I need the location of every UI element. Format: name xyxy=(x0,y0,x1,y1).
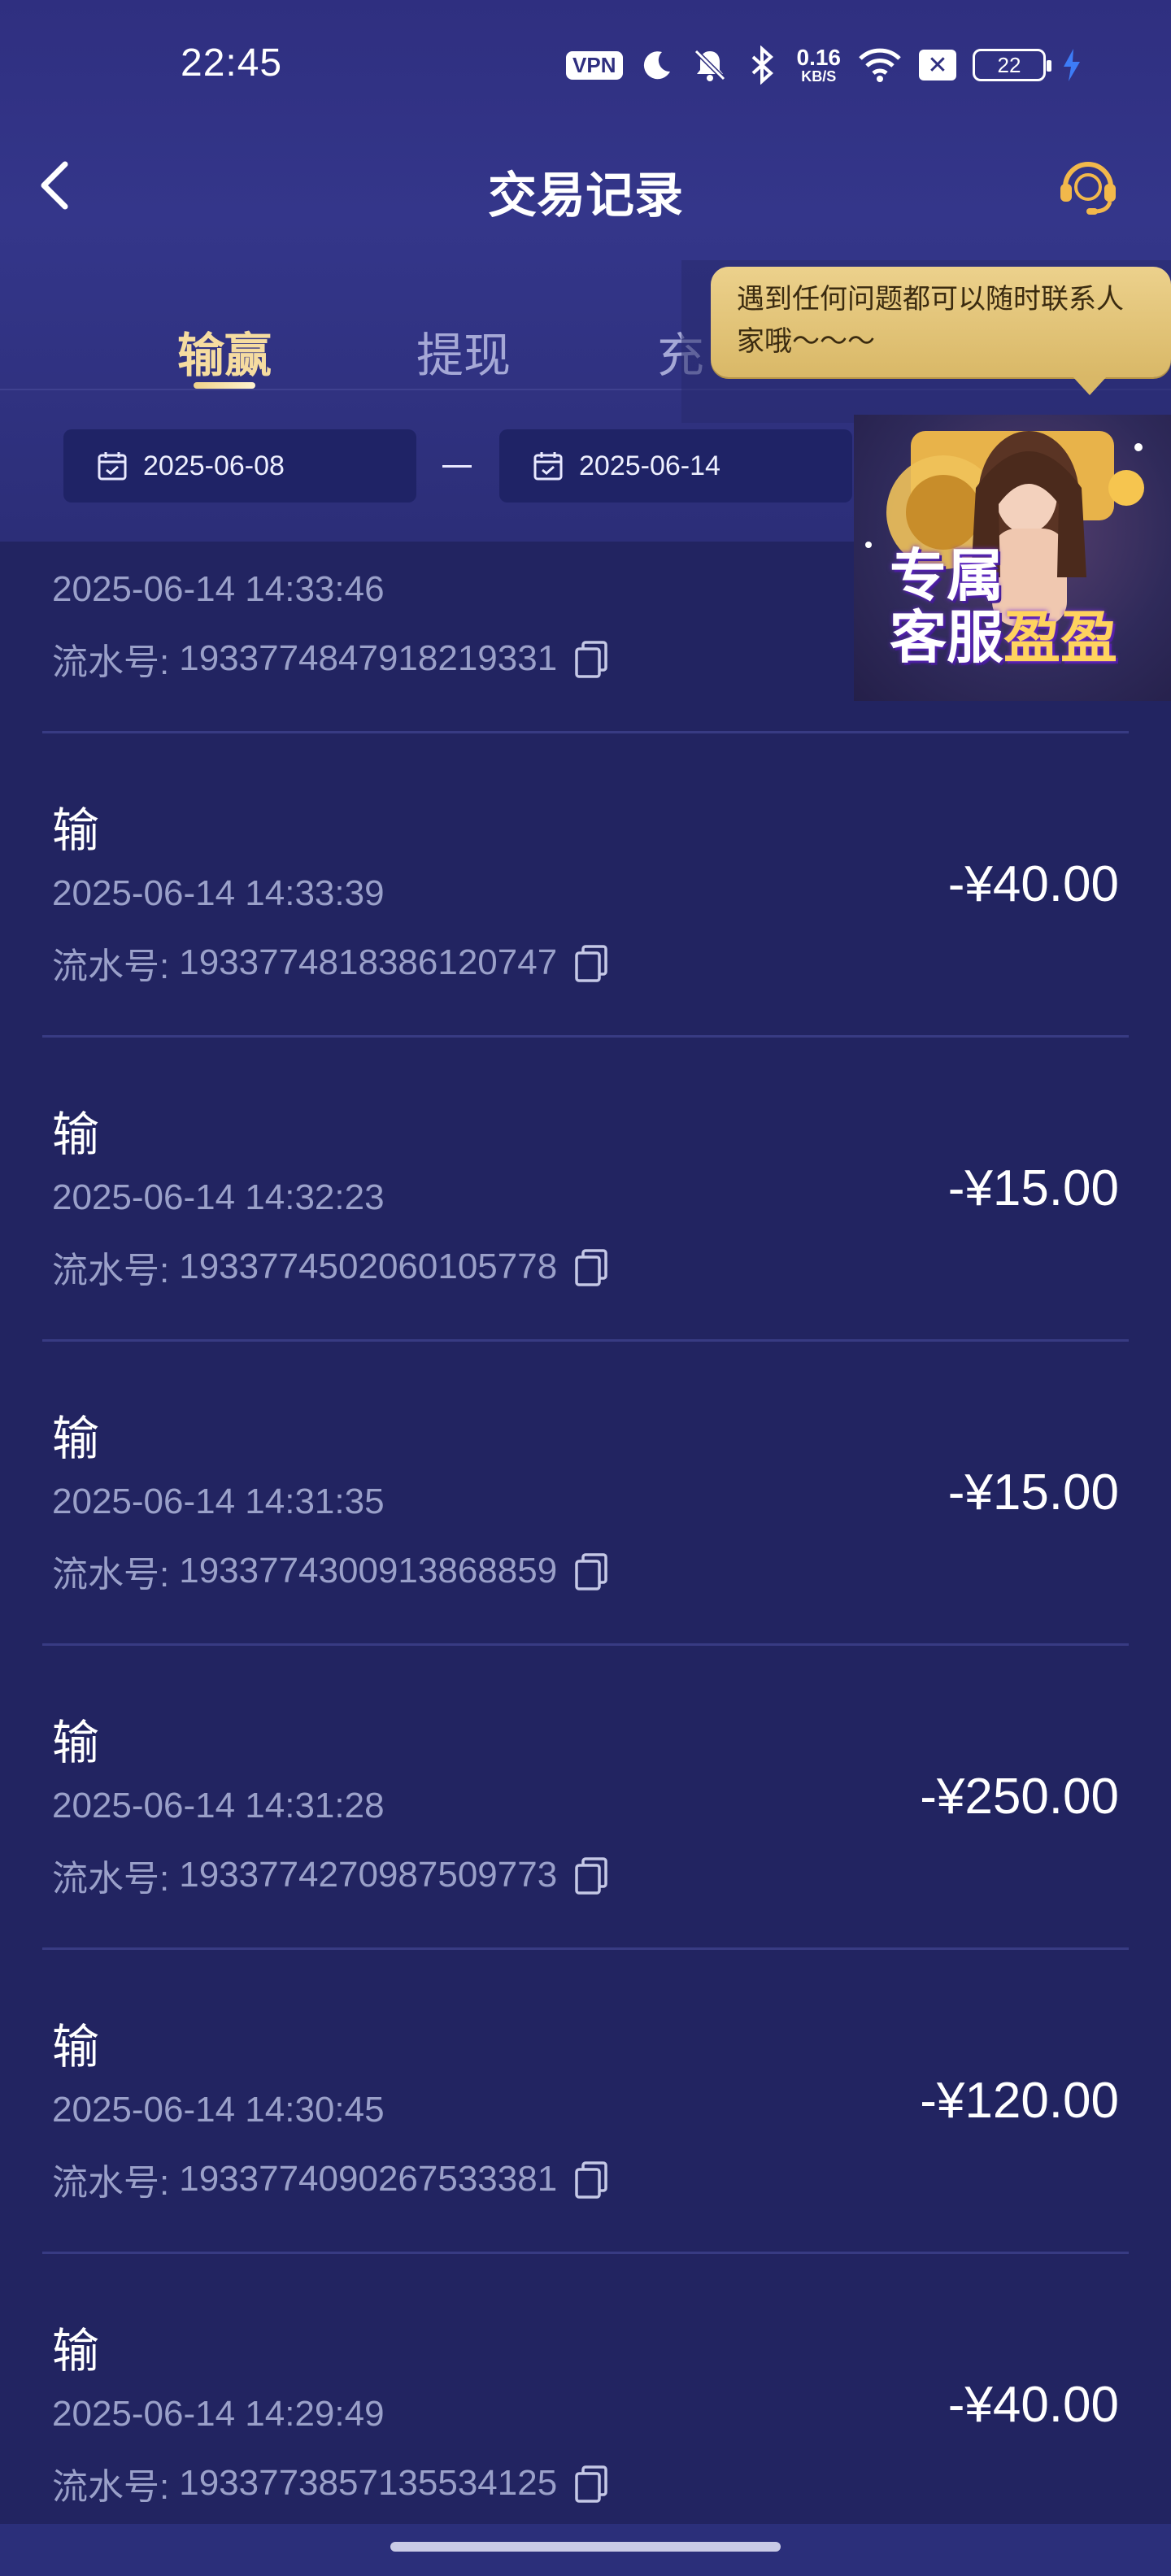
promo-line-2: 客服 xyxy=(890,604,1003,671)
record-time: 2025-06-14 14:30:45 xyxy=(52,2090,385,2130)
serial-number: 1933774847918219331 xyxy=(179,638,558,678)
tab-win-loss[interactable]: 输赢 xyxy=(177,317,272,385)
copy-icon[interactable] xyxy=(573,1247,609,1286)
record-type: 输 xyxy=(52,1715,100,1770)
record-serial: 流水号: 1933774090267533381 xyxy=(52,2153,609,2205)
list-item[interactable]: 输 2025-06-14 14:30:45 流水号: 1933774090267… xyxy=(42,1950,1129,2254)
record-serial: 流水号: 1933774818386120747 xyxy=(52,937,609,989)
support-tooltip[interactable]: 遇到任何问题都可以随时联系人 家哦～～～ xyxy=(711,267,1171,377)
copy-icon[interactable] xyxy=(573,2160,609,2199)
copy-icon[interactable] xyxy=(573,639,609,678)
end-date-value: 2025-06-14 xyxy=(579,450,720,481)
calendar-icon xyxy=(98,452,127,481)
tooltip-line-1: 遇到任何问题都可以随时联系人 xyxy=(737,283,1124,315)
copy-icon[interactable] xyxy=(573,1551,609,1590)
copy-icon[interactable] xyxy=(573,1856,609,1895)
page-title: 交易记录 xyxy=(488,168,683,224)
serial-label: 流水号: xyxy=(52,1555,170,1595)
serial-label: 流水号: xyxy=(52,946,170,986)
record-amount: -¥15.00 xyxy=(947,1464,1119,1521)
status-icons: VPN 0.16 KB/S ✕ 22 xyxy=(566,42,1082,88)
list-item[interactable]: 输 2025-06-14 14:31:35 流水号: 1933774300913… xyxy=(42,1342,1129,1646)
bluetooth-icon xyxy=(751,46,773,85)
headset-icon[interactable] xyxy=(1054,151,1122,220)
record-time: 2025-06-14 14:31:35 xyxy=(52,1482,385,1521)
record-amount: -¥250.00 xyxy=(920,1769,1119,1825)
end-date-picker[interactable]: 2025-06-14 xyxy=(499,429,852,503)
serial-label: 流水号: xyxy=(52,1859,170,1899)
promo-name: 盈盈 xyxy=(1003,604,1117,671)
calendar-icon xyxy=(533,452,563,481)
record-serial: 流水号: 1933773857135534125 xyxy=(52,2457,609,2509)
status-bar: 22:45 VPN 0.16 KB/S ✕ 22 xyxy=(0,0,1171,130)
net-speed: 0.16 KB/S xyxy=(796,45,842,85)
date-separator xyxy=(442,465,472,468)
record-serial: 流水号: 1933774300913868859 xyxy=(52,1545,609,1597)
list-item[interactable]: 输 2025-06-14 14:33:39 流水号: 1933774818386… xyxy=(42,733,1129,1038)
serial-label: 流水号: xyxy=(52,2163,170,2203)
record-serial: 流水号: 1933774847918219331 xyxy=(52,633,609,685)
record-type: 输 xyxy=(52,2019,100,2074)
list-item[interactable]: 输 2025-06-14 14:32:23 流水号: 1933774502060… xyxy=(42,1038,1129,1342)
bell-off-icon xyxy=(694,49,725,81)
serial-number: 1933774090267533381 xyxy=(179,2159,558,2199)
serial-number: 1933774502060105778 xyxy=(179,1247,558,1286)
net-speed-value: 0.16 xyxy=(796,45,842,70)
list-item[interactable]: 输 2025-06-14 14:31:28 流水号: 1933774270987… xyxy=(42,1646,1129,1950)
copy-icon[interactable] xyxy=(573,2464,609,2503)
record-serial: 流水号: 1933774270987509773 xyxy=(52,1849,609,1901)
home-indicator[interactable] xyxy=(390,2542,781,2552)
tab-withdraw[interactable]: 提现 xyxy=(416,317,511,385)
net-speed-unit: KB/S xyxy=(801,68,837,85)
nav-bar: 交易记录 xyxy=(0,130,1171,244)
serial-number: 1933774300913868859 xyxy=(179,1551,558,1590)
record-time: 2025-06-14 14:33:39 xyxy=(52,873,385,913)
record-type: 输 xyxy=(52,2323,100,2378)
serial-label: 流水号: xyxy=(52,642,170,682)
serial-number: 1933774270987509773 xyxy=(179,1855,558,1895)
tab-underline xyxy=(194,382,255,389)
record-time: 2025-06-14 14:31:28 xyxy=(52,1786,385,1825)
list-item[interactable]: 输 2025-06-14 14:29:49 流水号: 1933773857135… xyxy=(42,2254,1129,2524)
wifi-icon xyxy=(859,48,901,82)
tooltip-tail xyxy=(1072,376,1108,395)
record-amount: -¥15.00 xyxy=(947,1160,1119,1216)
record-type: 输 xyxy=(52,1411,100,1466)
record-serial: 流水号: 1933774502060105778 xyxy=(52,1241,609,1293)
battery-level: 22 xyxy=(997,52,1021,77)
start-date-picker[interactable]: 2025-06-08 xyxy=(63,429,416,503)
tooltip-line-2: 家哦～～～ xyxy=(737,325,875,358)
vpn-icon: VPN xyxy=(566,50,623,80)
record-type: 输 xyxy=(52,803,100,858)
charging-icon xyxy=(1064,49,1080,81)
battery-icon: 22 xyxy=(973,49,1051,81)
record-amount: -¥120.00 xyxy=(920,2073,1119,2129)
record-time: 2025-06-14 14:29:49 xyxy=(52,2394,385,2434)
record-type: 输 xyxy=(52,1107,100,1162)
serial-label: 流水号: xyxy=(52,2467,170,2507)
promo-line-1: 专属 xyxy=(890,542,1003,609)
status-time: 22:45 xyxy=(181,41,283,85)
record-time: 2025-06-14 14:33:46 xyxy=(52,569,385,609)
support-promo-badge[interactable]: 专属 客服盈盈 xyxy=(854,415,1171,701)
record-time: 2025-06-14 14:32:23 xyxy=(52,1177,385,1217)
sim-x-icon: ✕ xyxy=(919,50,956,80)
promo-text: 专属 客服盈盈 xyxy=(890,545,1117,668)
moon-icon xyxy=(643,51,670,80)
record-amount: -¥40.00 xyxy=(947,856,1119,912)
serial-label: 流水号: xyxy=(52,1251,170,1290)
start-date-value: 2025-06-08 xyxy=(143,450,285,481)
serial-number: 1933774818386120747 xyxy=(179,942,558,982)
record-amount: -¥40.00 xyxy=(947,2377,1119,2433)
serial-number: 1933773857135534125 xyxy=(179,2463,558,2503)
copy-icon[interactable] xyxy=(573,943,609,982)
